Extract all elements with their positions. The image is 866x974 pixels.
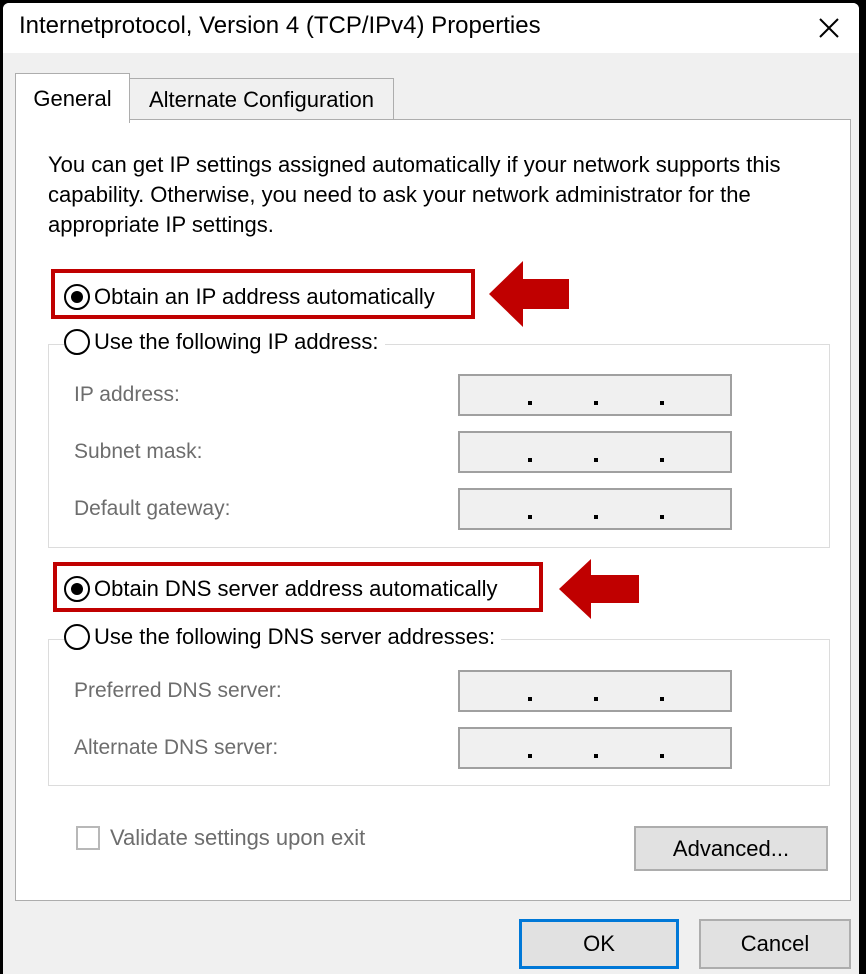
dns-manual-radio[interactable]: Use the following DNS server addresses: xyxy=(64,624,502,650)
radio-unchecked-icon xyxy=(64,624,90,650)
general-panel: You can get IP settings assigned automat… xyxy=(15,119,851,901)
validate-settings-label: Validate settings upon exit xyxy=(110,825,366,850)
red-arrow-left-icon xyxy=(489,261,569,327)
dns-auto-highlight-box xyxy=(53,562,543,612)
default-gateway-input[interactable] xyxy=(458,488,732,530)
cancel-button[interactable]: Cancel xyxy=(699,919,851,969)
ip-manual-label: Use the following IP address: xyxy=(94,329,379,354)
tab-alternate-configuration[interactable]: Alternate Configuration xyxy=(129,78,394,120)
ip-auto-highlight-box xyxy=(51,269,475,319)
properties-dialog: Internetprotocol, Version 4 (TCP/IPv4) P… xyxy=(3,3,859,974)
ip-address-label: IP address: xyxy=(74,383,180,406)
radio-unchecked-icon xyxy=(64,329,90,355)
ip-address-input[interactable] xyxy=(458,374,732,416)
close-icon xyxy=(819,18,839,38)
alternate-dns-input[interactable] xyxy=(458,727,732,769)
tab-general[interactable]: General xyxy=(15,73,130,123)
advanced-button[interactable]: Advanced... xyxy=(634,826,828,871)
preferred-dns-input[interactable] xyxy=(458,670,732,712)
dns-manual-label: Use the following DNS server addresses: xyxy=(94,624,496,649)
window-title: Internetprotocol, Version 4 (TCP/IPv4) P… xyxy=(19,12,541,39)
ok-button[interactable]: OK xyxy=(519,919,679,969)
validate-settings-checkbox[interactable]: Validate settings upon exit xyxy=(76,825,365,851)
checkbox-icon xyxy=(76,826,100,850)
close-button[interactable] xyxy=(799,3,859,53)
subnet-mask-input[interactable] xyxy=(458,431,732,473)
description-text: You can get IP settings assigned automat… xyxy=(48,152,781,237)
red-arrow-left-icon xyxy=(559,559,639,619)
tab-alternate-configuration-label: Alternate Configuration xyxy=(148,86,375,112)
default-gateway-label: Default gateway: xyxy=(74,497,231,520)
subnet-mask-label: Subnet mask: xyxy=(74,440,203,463)
preferred-dns-label: Preferred DNS server: xyxy=(74,679,282,702)
title-bar[interactable]: Internetprotocol, Version 4 (TCP/IPv4) P… xyxy=(3,3,859,53)
ip-manual-radio[interactable]: Use the following IP address: xyxy=(64,329,385,355)
tab-general-label: General xyxy=(33,85,112,111)
alternate-dns-label: Alternate DNS server: xyxy=(74,736,279,759)
